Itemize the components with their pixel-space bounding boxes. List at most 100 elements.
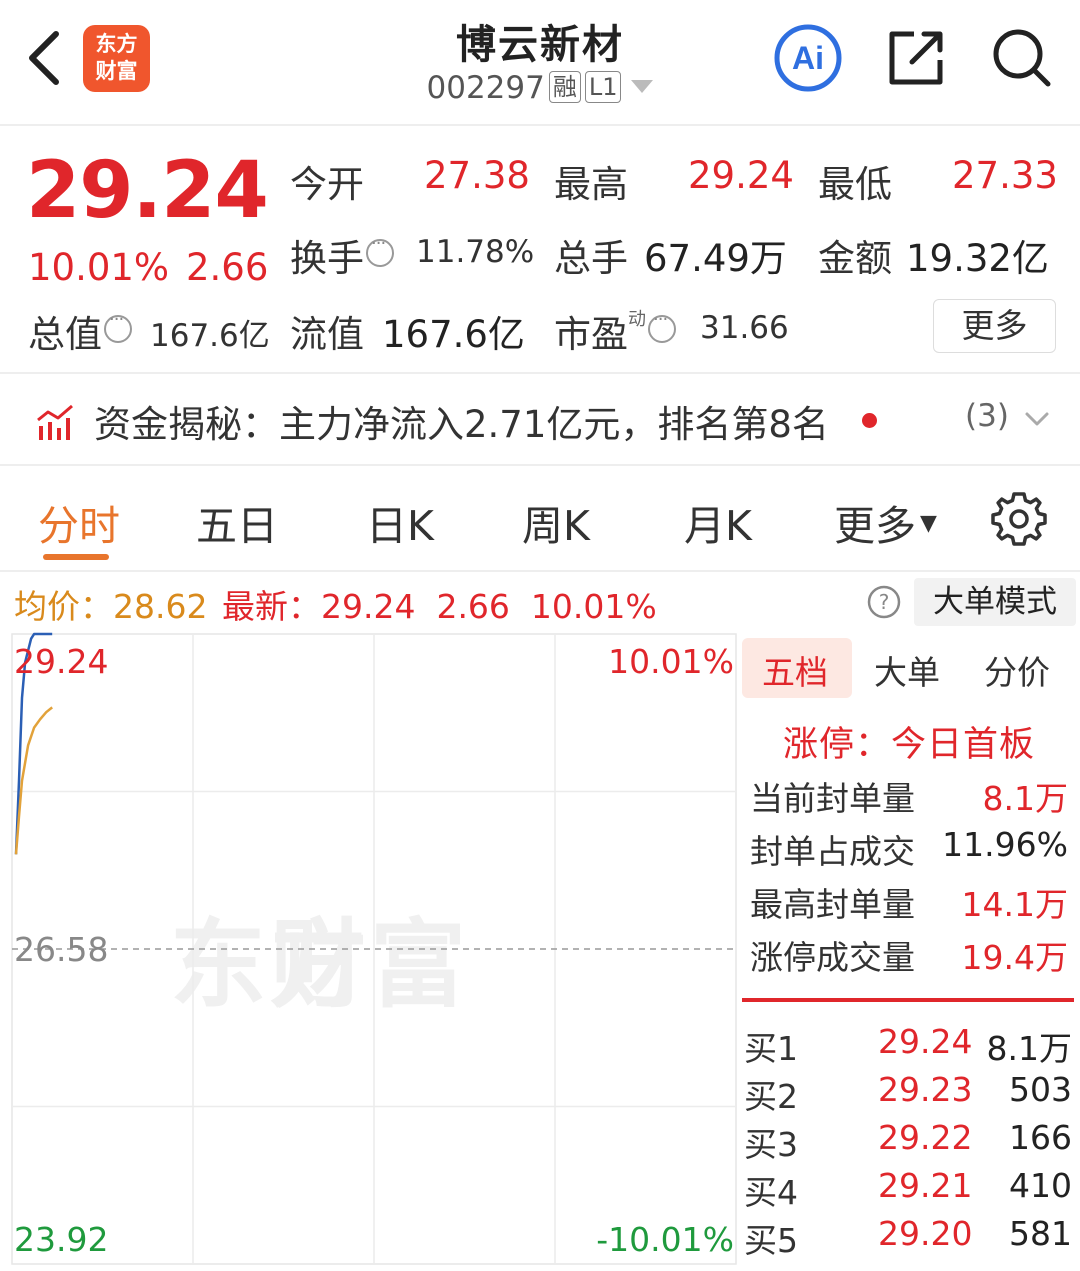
gear-icon[interactable] [990, 490, 1048, 548]
low-label: 最低 [818, 163, 892, 206]
volume-value: 67.49万 [644, 237, 787, 280]
info-dots-icon[interactable] [104, 309, 132, 343]
chart-grid [11, 633, 737, 1265]
dropdown-triangle-icon: ▼ [920, 511, 937, 536]
turnover-label[interactable]: 换手 [290, 228, 394, 282]
tab-weekly-k[interactable]: 周K [522, 492, 590, 552]
limit-up-title: 涨停：今日首板 [783, 725, 1036, 765]
fund-flow-count: (3) [965, 398, 1009, 434]
stat-value: 8.1万 [982, 779, 1068, 818]
volume-label: 总手 [554, 237, 628, 280]
bid-qty: 503 [1009, 1070, 1072, 1109]
pe-superscript: 动 [628, 309, 646, 330]
stat-label: 封单占成交 [750, 832, 915, 871]
bid-qty: 581 [1009, 1214, 1072, 1253]
tab-five-day[interactable]: 五日 [196, 492, 278, 552]
stat-value: 14.1万 [961, 885, 1068, 924]
y-label-bottom: 23.92 [14, 1220, 109, 1259]
amount-value: 19.32亿 [906, 237, 1049, 280]
bid-label: 买1 [744, 1029, 798, 1068]
bid-qty: 410 [1009, 1166, 1072, 1205]
stat-label: 涨停成交量 [750, 938, 915, 977]
bid-price: 29.20 [878, 1214, 973, 1253]
panel-tab-five-levels[interactable]: 五档 [762, 646, 828, 694]
panel-tab-big-orders[interactable]: 大单 [874, 646, 940, 694]
bid-label: 买4 [744, 1173, 798, 1212]
pe-value: 31.66 [700, 310, 789, 346]
svg-text:?: ? [879, 590, 890, 614]
pct-label-bottom: -10.01% [596, 1220, 734, 1259]
last-price: 29.24 [26, 146, 269, 236]
turnover-label-text: 换手 [290, 237, 364, 280]
bid-label: 买2 [744, 1077, 798, 1116]
help-icon[interactable]: ? [867, 585, 901, 619]
turnover-value: 11.78% [416, 234, 535, 270]
high-value: 29.24 [688, 154, 794, 197]
market-cap-label-text: 总值 [28, 313, 102, 356]
app-logo: 东方 财富 [83, 25, 150, 92]
bid-qty: 8.1万 [986, 1029, 1072, 1068]
quote-panel: 29.24 10.01% 2.66 今开 27.38 最高 29.24 最低 2… [0, 128, 1080, 374]
tab-monthly-k[interactable]: 月K [684, 492, 752, 552]
fund-flow-row[interactable]: 资金揭秘：主力净流入2.71亿元，排名第8名 (3) [0, 376, 1080, 466]
top-bar: 东方 财富 博云新材 002297 融 L1 Ai [0, 0, 1080, 126]
logo-text-line1: 东方 [95, 32, 138, 56]
pct-label-top: 10.01% [608, 642, 734, 681]
y-label-mid: 26.58 [14, 930, 109, 969]
low-value: 27.33 [952, 154, 1058, 197]
level-tag: L1 [584, 71, 622, 103]
open-value: 27.38 [424, 154, 530, 197]
share-icon[interactable] [884, 26, 948, 90]
tab-more[interactable]: 更多 ▼ [834, 492, 937, 552]
stock-name: 博云新材 [456, 22, 624, 68]
search-icon[interactable] [990, 26, 1054, 90]
fund-flow-text: 资金揭秘：主力净流入2.71亿元，排名第8名 [94, 403, 829, 446]
stat-label: 最高封单量 [750, 885, 915, 924]
market-cap-value: 167.6亿 [150, 318, 270, 354]
average-price: 均价：28.62 [14, 587, 208, 626]
change-amount: 2.66 [186, 246, 269, 289]
ai-assistant-icon[interactable]: Ai [772, 22, 844, 94]
stat-value: 19.4万 [961, 938, 1068, 977]
chart-canvas [11, 632, 737, 1265]
more-fields-button[interactable]: 更多 [933, 299, 1056, 353]
panel-tab-price-distribution[interactable]: 分价 [984, 646, 1050, 694]
bar-chart-icon [37, 404, 73, 440]
order-book-panel: 五档 大单 分价 涨停：今日首板 当前封单量 8.1万 封单占成交 11.96%… [738, 632, 1080, 1271]
panel-divider [742, 998, 1074, 1002]
pe-label[interactable]: 市盈动 [554, 304, 676, 358]
high-label: 最高 [554, 163, 628, 206]
bid-price: 29.23 [878, 1070, 973, 1109]
info-dots-icon[interactable] [648, 309, 676, 343]
market-cap-label[interactable]: 总值 [28, 304, 132, 358]
intraday-chart[interactable]: 东方 财富 29.24 26.58 23.92 10.01% -10.01% [0, 632, 738, 1271]
stat-label: 当前封单量 [750, 779, 915, 818]
chart-info-line: 均价：28.62 最新：29.24 2.66 10.01% ? 大单模式 [0, 574, 1080, 632]
bid-price: 29.22 [878, 1118, 973, 1157]
stock-code-line[interactable]: 002297 融 L1 [340, 70, 740, 106]
period-tabs: 分时 五日 日K 周K 月K 更多 ▼ [0, 468, 1080, 572]
stock-code: 002297 [426, 70, 545, 106]
pe-label-text: 市盈 [554, 313, 628, 356]
big-order-mode-button[interactable]: 大单模式 [914, 578, 1076, 626]
bid-qty: 166 [1009, 1118, 1072, 1157]
tab-daily-k[interactable]: 日K [366, 492, 434, 552]
caret-down-icon [631, 80, 654, 93]
open-label: 今开 [290, 163, 364, 206]
stat-value: 11.96% [942, 825, 1068, 864]
logo-text-line2: 财富 [95, 59, 138, 83]
tab-more-label: 更多 [834, 502, 916, 550]
info-dots-icon[interactable] [366, 233, 394, 267]
bid-label: 买5 [744, 1221, 798, 1260]
back-arrow-icon[interactable] [20, 28, 70, 88]
svg-text:Ai: Ai [792, 40, 824, 76]
bid-price: 29.21 [878, 1166, 973, 1205]
bid-price: 29.24 [878, 1022, 973, 1061]
change-percent: 10.01% [28, 246, 170, 289]
chevron-down-icon[interactable] [1024, 406, 1050, 432]
bid-label: 买3 [744, 1125, 798, 1164]
amount-label: 金额 [818, 237, 892, 280]
latest-price-line: 最新：29.24 2.66 10.01% [222, 587, 657, 626]
tab-intraday[interactable]: 分时 [38, 492, 120, 552]
float-cap-value: 167.6亿 [382, 313, 525, 356]
